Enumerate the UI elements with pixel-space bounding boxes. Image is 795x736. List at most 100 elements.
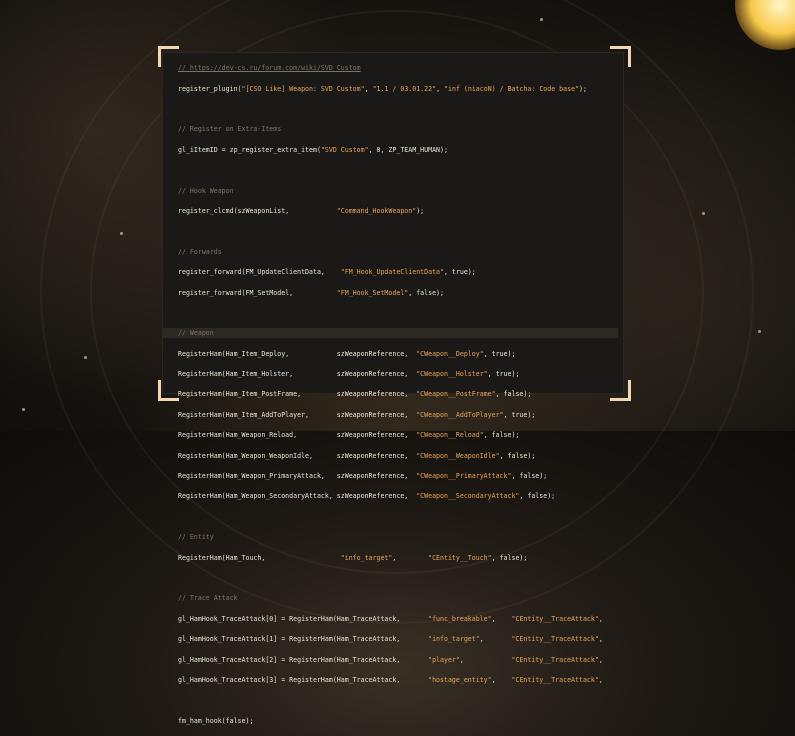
code-string: "inf (niacoN) / Batcha: Code base" bbox=[444, 84, 580, 93]
code-comment: // Trace Attack bbox=[178, 594, 238, 603]
code-block: // https://dev-cs.ru/forum.com/wiki/SVD_… bbox=[162, 53, 618, 736]
code-line: register_forward(FM_UpdateClientData, "F… bbox=[178, 267, 618, 277]
code-line: register_plugin("[CSO Like] Weapon: SVD … bbox=[178, 84, 618, 94]
code-string: "func_breakable" bbox=[428, 614, 492, 623]
code-text: , 0, ZP_TEAM_HUMAN); bbox=[368, 145, 448, 154]
code-line: RegisterHam(Ham_Weapon_SecondaryAttack, … bbox=[178, 491, 618, 501]
code-string: "CWeapon__WeaponIdle" bbox=[416, 451, 500, 460]
star bbox=[758, 330, 761, 333]
code-line: fm_ham_hook(false); bbox=[178, 716, 254, 725]
code-text: register_forward(FM_SetModel, bbox=[178, 288, 337, 297]
code-text: , false); bbox=[511, 472, 548, 481]
code-text: , bbox=[459, 655, 512, 664]
code-text: , false); bbox=[519, 492, 556, 501]
code-text: , bbox=[598, 635, 603, 644]
code-string: "hostage_entity" bbox=[428, 675, 492, 684]
frame-corner bbox=[158, 46, 179, 67]
code-string: "player" bbox=[428, 655, 460, 664]
code-text: gl_HamHook_TraceAttack[3] = RegisterHam(… bbox=[178, 675, 429, 684]
code-line: register_forward(FM_SetModel, "FM_Hook_S… bbox=[178, 288, 618, 298]
star bbox=[120, 232, 123, 235]
code-text: register_plugin( bbox=[178, 84, 242, 93]
code-line: gl_HamHook_TraceAttack[3] = RegisterHam(… bbox=[178, 675, 618, 685]
code-line: gl_HamHook_TraceAttack[1] = RegisterHam(… bbox=[178, 634, 618, 644]
code-text: RegisterHam(Ham_Item_PostFrame, szWeapon… bbox=[178, 390, 417, 399]
code-line: RegisterHam(Ham_Weapon_Reload, szWeaponR… bbox=[178, 430, 618, 440]
code-line: RegisterHam(Ham_Item_Holster, szWeaponRe… bbox=[178, 369, 618, 379]
star bbox=[540, 18, 543, 21]
code-text: RegisterHam(Ham_Weapon_SecondaryAttack, … bbox=[178, 492, 417, 501]
code-comment: // https://dev-cs.ru/forum.com/wiki/SVD_… bbox=[178, 63, 618, 73]
code-text: RegisterHam(Ham_Touch, bbox=[178, 553, 341, 562]
code-string: "FM_Hook_SetModel" bbox=[336, 288, 409, 297]
code-text: RegisterHam(Ham_Weapon_PrimaryAttack, sz… bbox=[178, 472, 417, 481]
code-string: "info_target" bbox=[428, 635, 480, 644]
code-string: "1.1 / 03.01.22" bbox=[372, 84, 437, 93]
code-string: "[CSO Like] Weapon: SVD Custom" bbox=[241, 84, 365, 93]
code-text: gl_HamHook_TraceAttack[0] = RegisterHam(… bbox=[178, 614, 429, 623]
code-string: "SVD Custom" bbox=[320, 145, 369, 154]
code-comment: // Register on Extra-Items bbox=[178, 125, 282, 134]
star bbox=[84, 356, 87, 359]
code-text: , true); bbox=[443, 268, 476, 277]
code-line: register_clcmd(szWeaponList, "Command_Ho… bbox=[178, 206, 618, 216]
url-comment: // https://dev-cs.ru/forum.com/wiki/SVD_… bbox=[178, 64, 361, 73]
code-text: ); bbox=[579, 84, 587, 93]
code-text: register_clcmd(szWeaponList, bbox=[178, 206, 337, 215]
code-string: "CWeapon__PrimaryAttack" bbox=[416, 472, 512, 481]
code-line: gl_HamHook_TraceAttack[0] = RegisterHam(… bbox=[178, 614, 618, 624]
code-string: "CEntity__TraceAttack" bbox=[511, 635, 599, 644]
code-line: RegisterHam(Ham_Item_Deploy, szWeaponRef… bbox=[178, 349, 618, 359]
code-line: RegisterHam(Ham_Touch, "info_target", "C… bbox=[178, 553, 618, 563]
sun-glow bbox=[735, 0, 795, 50]
code-line: RegisterHam(Ham_Item_PostFrame, szWeapon… bbox=[178, 389, 618, 399]
code-string: "CWeapon__PostFrame" bbox=[416, 390, 496, 399]
code-line: gl_HamHook_TraceAttack[2] = RegisterHam(… bbox=[178, 655, 618, 665]
code-text: gl_HamHook_TraceAttack[1] = RegisterHam(… bbox=[178, 635, 429, 644]
code-text: , bbox=[364, 84, 373, 93]
code-string: "CEntity__Touch" bbox=[428, 553, 492, 562]
code-comment: // Forwards bbox=[178, 247, 222, 256]
star bbox=[702, 212, 705, 215]
code-text: , bbox=[436, 84, 445, 93]
code-string: "CEntity__TraceAttack" bbox=[511, 655, 599, 664]
code-text: , true); bbox=[483, 349, 516, 358]
code-text: RegisterHam(Ham_Weapon_Reload, szWeaponR… bbox=[178, 431, 417, 440]
code-string: "Command_HookWeapon" bbox=[336, 206, 417, 215]
star bbox=[22, 408, 25, 411]
code-string: "CEntity__TraceAttack" bbox=[511, 614, 599, 623]
code-string: "CWeapon__Holster" bbox=[416, 370, 488, 379]
code-string: "CWeapon__Deploy" bbox=[416, 349, 484, 358]
code-text: , bbox=[491, 675, 512, 684]
code-text: ); bbox=[416, 206, 425, 215]
code-text: , bbox=[598, 655, 603, 664]
code-string: "CWeapon__AddToPlayer" bbox=[416, 410, 504, 419]
code-text: RegisterHam(Ham_Item_Deploy, szWeaponRef… bbox=[178, 349, 417, 358]
code-text: , false); bbox=[483, 431, 520, 440]
code-line: gl_iItemID = zp_register_extra_item("SVD… bbox=[178, 145, 618, 155]
code-text: , bbox=[392, 553, 429, 562]
code-text: , false); bbox=[495, 390, 532, 399]
code-string: "CWeapon__SecondaryAttack" bbox=[416, 492, 520, 501]
code-text: RegisterHam(Ham_Item_Holster, szWeaponRe… bbox=[178, 370, 417, 379]
code-text: , false); bbox=[499, 451, 536, 460]
code-text: register_forward(FM_UpdateClientData, bbox=[178, 268, 341, 277]
code-comment-highlighted: // Weapon bbox=[162, 328, 618, 339]
code-text: , bbox=[479, 635, 512, 644]
code-text: , true); bbox=[503, 410, 536, 419]
code-text: RegisterHam(Ham_Weapon_WeaponIdle, szWea… bbox=[178, 451, 417, 460]
code-text: , true); bbox=[487, 370, 520, 379]
code-text: , bbox=[598, 675, 603, 684]
code-comment: // Hook Weapon bbox=[178, 186, 234, 195]
code-text: RegisterHam(Ham_Item_AddToPlayer, szWeap… bbox=[178, 410, 417, 419]
code-string: "CWeapon__Reload" bbox=[416, 431, 484, 440]
code-comment: // Entity bbox=[178, 533, 214, 542]
code-text: , bbox=[598, 614, 603, 623]
